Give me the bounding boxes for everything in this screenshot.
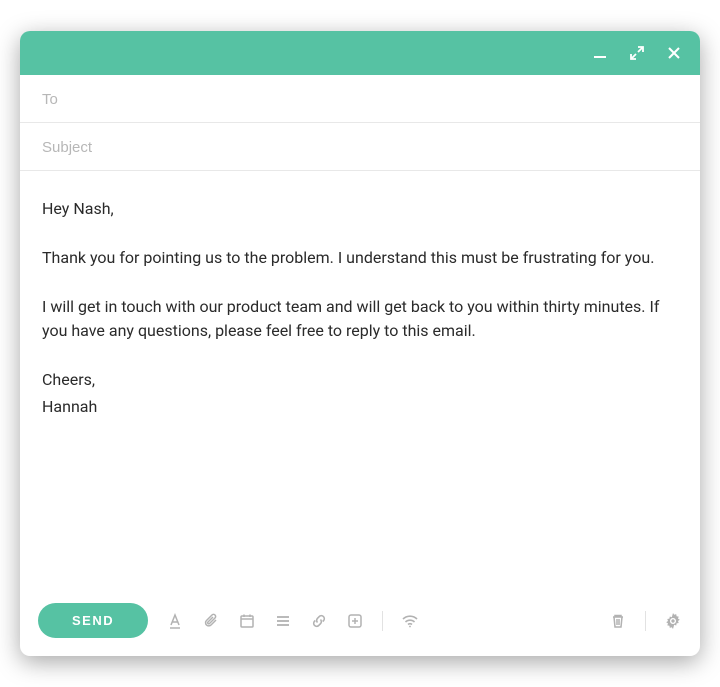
greeting-text: Hey Nash, bbox=[42, 197, 678, 222]
text-format-icon[interactable] bbox=[166, 612, 184, 630]
signature-text: Hannah bbox=[42, 395, 678, 420]
titlebar bbox=[20, 31, 700, 75]
subject-input[interactable] bbox=[42, 139, 678, 156]
minimize-icon[interactable] bbox=[592, 45, 608, 61]
to-input[interactable] bbox=[42, 91, 678, 108]
link-icon[interactable] bbox=[310, 612, 328, 630]
to-row bbox=[20, 75, 700, 123]
expand-icon[interactable] bbox=[630, 46, 644, 60]
compose-window: Hey Nash, Thank you for pointing us to t… bbox=[20, 31, 700, 656]
close-icon[interactable] bbox=[666, 45, 682, 61]
calendar-icon[interactable] bbox=[238, 612, 256, 630]
trash-icon[interactable] bbox=[609, 612, 627, 630]
subject-row bbox=[20, 123, 700, 171]
message-body[interactable]: Hey Nash, Thank you for pointing us to t… bbox=[20, 171, 700, 591]
add-icon[interactable] bbox=[346, 612, 364, 630]
toolbar-divider bbox=[382, 611, 383, 631]
body-paragraph: I will get in touch with our product tea… bbox=[42, 295, 678, 345]
gear-icon[interactable] bbox=[664, 612, 682, 630]
send-button[interactable]: SEND bbox=[38, 603, 148, 638]
format-icons-group bbox=[166, 612, 364, 630]
attachment-icon[interactable] bbox=[202, 612, 220, 630]
closing-text: Cheers, bbox=[42, 368, 678, 393]
toolbar-divider bbox=[645, 611, 646, 631]
list-icon[interactable] bbox=[274, 612, 292, 630]
body-paragraph: Thank you for pointing us to the problem… bbox=[42, 246, 678, 271]
compose-toolbar: SEND bbox=[20, 591, 700, 656]
wifi-icon[interactable] bbox=[401, 612, 419, 630]
